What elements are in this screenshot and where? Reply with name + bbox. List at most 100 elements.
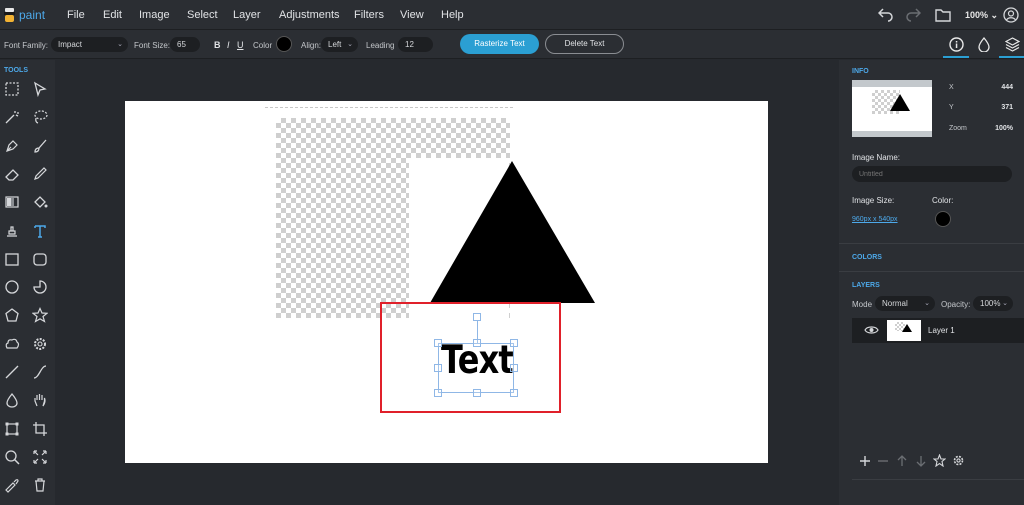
pen-icon[interactable] [3, 137, 21, 155]
font-family-select[interactable]: Impact ⌄ [51, 37, 128, 52]
image-color-swatch[interactable] [935, 211, 951, 227]
gradient-icon[interactable] [3, 193, 21, 211]
mode-label: Mode [852, 300, 873, 309]
move-layer-down-icon[interactable] [915, 455, 927, 470]
zoom-value: 100% [965, 10, 989, 20]
tab-layers[interactable] [999, 33, 1024, 58]
opacity-select[interactable]: 100% ⌄ [973, 296, 1013, 311]
opacity-label: Opacity: [941, 300, 971, 309]
rounded-rect-icon[interactable] [31, 250, 49, 268]
fill-bucket-icon[interactable] [31, 193, 49, 211]
colors-title[interactable]: COLORS [852, 254, 882, 261]
app-logo[interactable]: paint [3, 7, 45, 23]
tab-info[interactable] [943, 33, 969, 58]
x-value: 444 [1001, 84, 1013, 91]
font-size-value: 65 [177, 40, 186, 49]
layer-settings-gear-icon[interactable] [952, 454, 965, 470]
font-size-input[interactable]: 65 [170, 37, 200, 52]
navigator-thumbnail[interactable] [852, 80, 932, 137]
fit-screen-icon[interactable] [31, 448, 49, 466]
highlight-rectangle [380, 302, 561, 413]
menu-select[interactable]: Select [187, 9, 218, 21]
font-size-label: Font Size: [134, 41, 171, 50]
user-account-icon[interactable] [1003, 6, 1019, 24]
image-size-link[interactable]: 960px x 540px [852, 216, 898, 223]
hand-icon[interactable] [31, 391, 49, 409]
divider [839, 243, 1024, 244]
menu-view[interactable]: View [400, 9, 424, 21]
info-icon [948, 36, 964, 52]
logo-icon [3, 8, 16, 22]
lasso-icon[interactable] [31, 108, 49, 126]
eye-icon[interactable] [864, 324, 879, 339]
chevron-down-icon: ⌄ [117, 41, 123, 48]
move-layer-up-icon[interactable] [896, 455, 908, 470]
layer-thumbnail [887, 320, 921, 341]
italic-button[interactable]: I [227, 40, 230, 50]
image-name-input[interactable] [852, 166, 1012, 182]
menu-layer[interactable]: Layer [233, 9, 261, 21]
magic-wand-icon[interactable] [3, 108, 21, 126]
info-title: INFO [852, 68, 869, 75]
rasterize-text-button[interactable]: Rasterize Text [460, 34, 539, 54]
cloud-icon[interactable] [3, 335, 21, 353]
tab-colors[interactable] [971, 33, 997, 55]
pie-icon[interactable] [31, 278, 49, 296]
delete-text-button[interactable]: Delete Text [545, 34, 624, 54]
transform-icon[interactable] [3, 420, 21, 438]
right-panel: INFO X 444 Y 371 Zoom 100% Image Name: I… [839, 60, 1024, 505]
app-name: paint [19, 8, 46, 22]
menu-filters[interactable]: Filters [354, 9, 384, 21]
circle-icon[interactable] [3, 278, 21, 296]
clone-stamp-icon[interactable] [3, 222, 21, 240]
trash-icon[interactable] [31, 476, 49, 494]
star-icon[interactable] [31, 306, 49, 324]
menu-image[interactable]: Image [139, 9, 170, 21]
menu-file[interactable]: File [67, 9, 85, 21]
rectangle-icon[interactable] [3, 250, 21, 268]
add-layer-icon[interactable] [859, 455, 871, 470]
pentagon-icon[interactable] [3, 306, 21, 324]
menu-help[interactable]: Help [441, 9, 464, 21]
align-select[interactable]: Left ⌄ [321, 37, 358, 52]
menu-edit[interactable]: Edit [103, 9, 122, 21]
gear-shape-icon[interactable] [31, 335, 49, 353]
leading-label: Leading [366, 41, 395, 50]
undo-icon[interactable] [878, 6, 894, 24]
rect-select-icon[interactable] [3, 80, 21, 98]
eraser-icon[interactable] [3, 165, 21, 183]
bold-button[interactable]: B [214, 40, 221, 50]
open-folder-icon[interactable] [935, 6, 952, 24]
layer-effects-star-icon[interactable] [932, 453, 947, 470]
text-icon[interactable] [31, 222, 49, 240]
menu-adjustments[interactable]: Adjustments [279, 9, 340, 21]
blend-mode-select[interactable]: Normal ⌄ [875, 296, 935, 311]
opacity-value: 100% [980, 299, 1001, 308]
remove-layer-icon[interactable] [877, 455, 889, 470]
underline-button[interactable]: U [237, 40, 244, 50]
layer-name: Layer 1 [928, 326, 955, 335]
zoom-info-value: 100% [995, 125, 1013, 132]
image-size-label: Image Size: [852, 196, 895, 205]
layer-row[interactable]: Layer 1 [852, 318, 1024, 343]
redo-icon[interactable] [905, 6, 921, 24]
layers-icon [1004, 36, 1020, 52]
leading-input[interactable]: 12 [398, 37, 433, 52]
x-label: X [949, 84, 954, 91]
pointer-icon[interactable] [31, 80, 49, 98]
zoom-dropdown[interactable]: 100% ⌄ [965, 10, 998, 21]
drop-icon[interactable] [3, 391, 21, 409]
font-family-label: Font Family: [4, 41, 49, 50]
crop-icon[interactable] [31, 420, 49, 438]
line-icon[interactable] [3, 363, 21, 381]
curve-icon[interactable] [31, 363, 49, 381]
zoom-icon[interactable] [3, 448, 21, 466]
color-label: Color [253, 41, 273, 50]
eyedropper-icon[interactable] [3, 476, 21, 494]
pencil-icon[interactable] [31, 165, 49, 183]
chevron-down-icon: ⌄ [347, 41, 353, 48]
blend-mode-value: Normal [882, 299, 908, 308]
brush-icon[interactable] [31, 137, 49, 155]
tools-title: TOOLS [4, 67, 28, 74]
text-color-swatch[interactable] [276, 36, 292, 52]
